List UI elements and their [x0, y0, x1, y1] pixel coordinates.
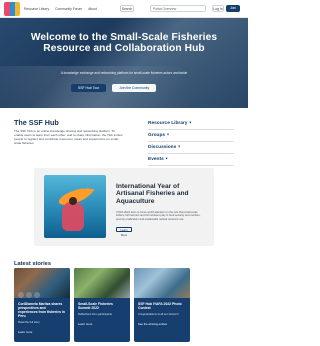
main-navigation: Resource Library Community Forum About	[24, 6, 97, 12]
story-learn-more-link[interactable]: Learn more	[18, 330, 32, 334]
hero-title: Welcome to the Small-Scale Fisheries Res…	[30, 32, 218, 54]
discussions-link[interactable]: Discussions ▾	[148, 142, 234, 154]
latest-stories-heading: Latest stories	[14, 261, 51, 267]
events-link[interactable]: Events ▾	[148, 154, 234, 166]
hero-subtitle: A knowledge exchange and networking plat…	[60, 71, 188, 75]
chevron-down-icon: ▾	[178, 144, 181, 149]
story-title: SSF Hub IYAFA 2022 Photo Contest	[138, 302, 182, 310]
search-button[interactable]: Search	[120, 5, 134, 12]
hub-links: Resource Library ▾ Groups ▾ Discussions ▾ E…	[148, 118, 234, 166]
story-summary: Congratulations to all our winners!	[138, 313, 179, 316]
latest-stories-list: CoriDiamela Maritza shares perspectives …	[14, 268, 234, 342]
iyafa-feature-card: International Year of Artisanal Fisherie…	[34, 168, 214, 246]
chevron-down-icon: ▾	[165, 156, 168, 161]
hub-description: The SSF Hub is an online knowledge-shari…	[14, 129, 123, 145]
story-title: CoriDiamela Maritza shares perspectives …	[18, 302, 65, 318]
nav-resource-library[interactable]: Resource Library	[24, 6, 49, 12]
story-learn-more-link[interactable]: See the winning entries	[138, 322, 167, 326]
story-image	[74, 268, 130, 298]
story-card[interactable]: CoriDiamela Maritza shares perspectives …	[14, 268, 70, 342]
join-community-button[interactable]: Join the Community	[112, 84, 157, 92]
feature-title: International Year of Artisanal Fisherie…	[116, 183, 189, 205]
story-content: SSF Hub IYAFA 2022 Photo Contest Congrat…	[134, 298, 190, 342]
fisher-person-illustration	[62, 201, 84, 231]
story-summary: Reflections from participants	[78, 313, 112, 316]
image-pagination-dots	[18, 292, 40, 298]
story-title: Small-Scale Fisheries Summit 2022	[78, 302, 113, 310]
page: Resource Library Community Forum About S…	[0, 0, 248, 346]
search-input[interactable]: Portal Overview	[150, 5, 206, 12]
nav-community-forum[interactable]: Community Forum	[55, 6, 82, 12]
ssf-hub-section: The SSF Hub The SSF Hub is an online kno…	[14, 118, 234, 166]
hero-banner: Welcome to the Small-Scale Fisheries Res…	[0, 18, 248, 108]
feature-image	[44, 175, 106, 238]
learn-more-button[interactable]: Learn More	[116, 227, 132, 237]
story-content: Small-Scale Fisheries Summit 2022 Reflec…	[74, 298, 130, 342]
chevron-down-icon: ▾	[167, 132, 169, 137]
story-card[interactable]: SSF Hub IYAFA 2022 Photo Contest Congrat…	[134, 268, 190, 342]
person-head-illustration	[69, 197, 77, 205]
story-image	[134, 268, 190, 298]
hub-title: The SSF Hub	[14, 118, 59, 127]
story-learn-more-link[interactable]: Learn more	[78, 322, 92, 326]
login-link[interactable]: Log In	[212, 5, 224, 12]
hero-actions: SSF Hub Tour Join the Community	[71, 84, 157, 92]
groups-link[interactable]: Groups ▾	[148, 130, 234, 142]
chevron-down-icon: ▾	[189, 120, 192, 125]
resource-library-link[interactable]: Resource Library ▾	[148, 118, 234, 130]
story-image	[14, 268, 70, 298]
join-button[interactable]: Join	[226, 5, 240, 12]
story-summary: Read the full story	[18, 321, 40, 324]
ssf-hub-tour-button[interactable]: SSF Hub Tour	[71, 84, 107, 92]
story-card[interactable]: Small-Scale Fisheries Summit 2022 Reflec…	[74, 268, 130, 342]
top-navigation-bar: Resource Library Community Forum About S…	[0, 0, 248, 18]
feature-text: IYAFA 2022 aims to focus world attention…	[116, 211, 201, 221]
nav-about[interactable]: About	[88, 6, 97, 12]
site-logo[interactable]	[4, 2, 20, 16]
story-content: CoriDiamela Maritza shares perspectives …	[14, 298, 70, 342]
